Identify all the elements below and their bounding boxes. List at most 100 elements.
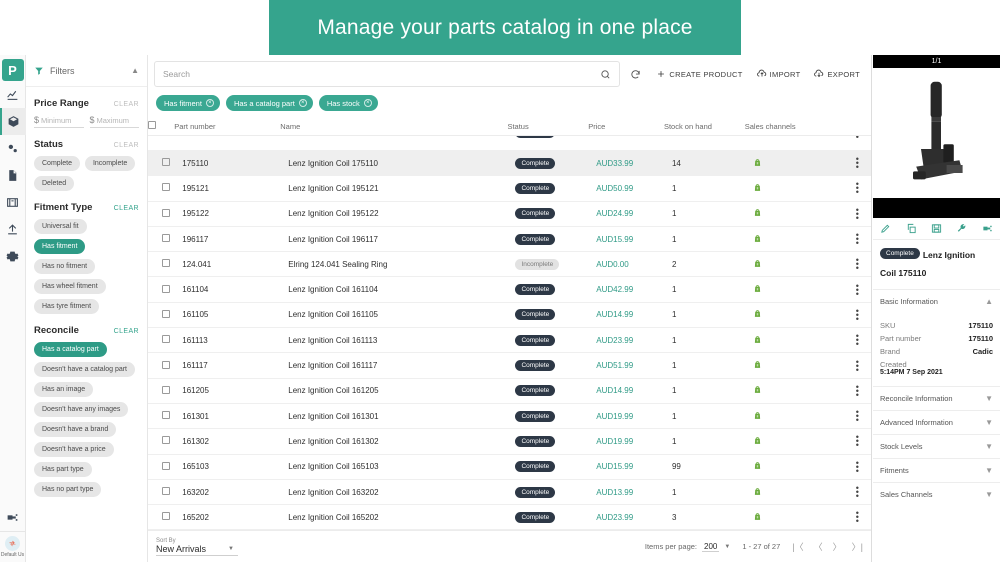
filter-chip[interactable]: Has fitment bbox=[34, 239, 85, 254]
row-checkbox[interactable] bbox=[162, 436, 170, 444]
filter-chip[interactable]: Deleted bbox=[34, 176, 74, 191]
filter-chip[interactable]: Has a catalog part bbox=[34, 342, 107, 357]
accordion-section[interactable]: Fitments▼ bbox=[873, 458, 1000, 482]
cell-row-menu[interactable]: ••• bbox=[836, 176, 871, 201]
clear-reconcile[interactable]: CLEAR bbox=[114, 328, 139, 335]
import-button[interactable]: IMPORT bbox=[752, 69, 806, 79]
col-name[interactable]: Name bbox=[280, 117, 507, 136]
save-icon[interactable] bbox=[931, 223, 942, 234]
cell-row-menu[interactable]: ••• bbox=[836, 277, 871, 302]
col-sales-channels[interactable]: Sales channels bbox=[745, 117, 836, 136]
create-product-button[interactable]: CREATE PRODUCT bbox=[651, 69, 747, 79]
chevron-down-icon[interactable]: ▼ bbox=[228, 546, 234, 552]
table-row[interactable]: 161104Lenz Ignition Coil 161104CompleteA… bbox=[148, 277, 871, 302]
table-row[interactable]: 161105Lenz Ignition Coil 161105CompleteA… bbox=[148, 302, 871, 327]
settings-gears-icon[interactable] bbox=[0, 135, 26, 162]
table-row[interactable]: 165103Lenz Ignition Coil 165103CompleteA… bbox=[148, 454, 871, 479]
row-menu-icon[interactable]: ••• bbox=[844, 360, 871, 372]
clear-status[interactable]: CLEAR bbox=[114, 142, 139, 149]
row-select-cell[interactable] bbox=[148, 505, 174, 530]
filter-chip[interactable]: Has part type bbox=[34, 462, 92, 477]
upload-icon[interactable] bbox=[0, 216, 26, 243]
remove-filter-icon[interactable]: × bbox=[299, 99, 307, 107]
row-checkbox[interactable] bbox=[162, 411, 170, 419]
row-menu-icon[interactable]: ••• bbox=[844, 182, 871, 194]
row-select-cell[interactable] bbox=[148, 328, 174, 353]
cell-row-menu[interactable]: ••• bbox=[836, 226, 871, 251]
cell-row-menu[interactable]: ••• bbox=[836, 429, 871, 454]
document-icon[interactable] bbox=[0, 162, 26, 189]
row-menu-icon[interactable]: ••• bbox=[844, 233, 871, 245]
filter-chip[interactable]: Has wheel fitment bbox=[34, 279, 106, 294]
row-checkbox[interactable] bbox=[162, 209, 170, 217]
row-menu-icon[interactable]: ••• bbox=[844, 136, 871, 139]
row-select-cell[interactable] bbox=[148, 479, 174, 504]
filter-chip[interactable]: Doesn't have a price bbox=[34, 442, 114, 457]
accordion-section[interactable]: Reconcile Information▼ bbox=[873, 386, 1000, 410]
accordion-section[interactable]: Sales Channels▼ bbox=[873, 482, 1000, 506]
last-page-button[interactable]: 〉| bbox=[852, 540, 863, 553]
active-filter-chip[interactable]: Has fitment× bbox=[156, 95, 220, 111]
table-row[interactable]: 161117Lenz Ignition Coil 161117CompleteA… bbox=[148, 353, 871, 378]
col-status[interactable]: Status bbox=[507, 117, 588, 136]
clear-fitment-type[interactable]: CLEAR bbox=[114, 205, 139, 212]
row-select-cell[interactable] bbox=[148, 136, 174, 151]
filter-chip[interactable]: Incomplete bbox=[85, 156, 135, 171]
table-row[interactable]: 175110Lenz Ignition Coil 175110CompleteA… bbox=[148, 151, 871, 176]
filter-chip[interactable]: Doesn't have a brand bbox=[34, 422, 116, 437]
row-checkbox[interactable] bbox=[162, 183, 170, 191]
price-min-input[interactable] bbox=[41, 116, 83, 125]
cell-row-menu[interactable]: ••• bbox=[836, 454, 871, 479]
row-menu-icon[interactable]: ••• bbox=[844, 157, 871, 169]
row-select-cell[interactable] bbox=[148, 252, 174, 277]
row-menu-icon[interactable]: ••• bbox=[844, 486, 871, 498]
row-menu-icon[interactable]: ••• bbox=[844, 258, 871, 270]
filter-chip[interactable]: Universal fit bbox=[34, 219, 87, 234]
active-filter-chip[interactable]: Has stock× bbox=[319, 95, 378, 111]
select-all-checkbox[interactable] bbox=[148, 121, 156, 129]
row-select-cell[interactable] bbox=[148, 176, 174, 201]
analytics-icon[interactable] bbox=[0, 81, 26, 108]
avatar[interactable] bbox=[5, 536, 20, 551]
row-menu-icon[interactable]: ••• bbox=[844, 208, 871, 220]
cell-row-menu[interactable]: ••• bbox=[836, 505, 871, 530]
chevron-down-icon[interactable]: ▼ bbox=[985, 490, 993, 499]
gear-icon[interactable] bbox=[0, 243, 26, 270]
accordion-section[interactable]: Stock Levels▼ bbox=[873, 434, 1000, 458]
prev-page-button[interactable]: 〈 bbox=[814, 540, 823, 553]
row-checkbox[interactable] bbox=[162, 487, 170, 495]
table-row[interactable]: 124.041Elring 124.041 Sealing RingIncomp… bbox=[148, 252, 871, 277]
row-menu-icon[interactable]: ••• bbox=[844, 410, 871, 422]
table-row[interactable]: 163202Lenz Ignition Coil 163202CompleteA… bbox=[148, 479, 871, 504]
row-checkbox[interactable] bbox=[162, 386, 170, 394]
row-select-cell[interactable] bbox=[148, 302, 174, 327]
filter-chip[interactable]: Complete bbox=[34, 156, 80, 171]
price-min-field[interactable]: $ bbox=[34, 115, 84, 128]
first-page-button[interactable]: |〈 bbox=[792, 540, 803, 553]
row-menu-icon[interactable]: ••• bbox=[844, 385, 871, 397]
chevron-up-icon[interactable]: ▲ bbox=[985, 297, 993, 306]
row-checkbox[interactable] bbox=[162, 361, 170, 369]
copy-icon[interactable] bbox=[906, 223, 917, 234]
table-row[interactable]: 161302Lenz Ignition Coil 161302CompleteA… bbox=[148, 429, 871, 454]
row-select-cell[interactable] bbox=[148, 403, 174, 428]
cell-row-menu[interactable]: ••• bbox=[836, 479, 871, 504]
clear-price-range[interactable]: CLEAR bbox=[114, 101, 139, 108]
chevron-down-icon[interactable]: ▼ bbox=[985, 442, 993, 451]
table-row[interactable]: 196117Lenz Ignition Coil 196117CompleteA… bbox=[148, 226, 871, 251]
filter-chip[interactable]: Has no fitment bbox=[34, 259, 95, 274]
next-page-button[interactable]: 〉 bbox=[833, 540, 842, 553]
user-account[interactable]: Default Us bbox=[0, 531, 26, 558]
plug-icon[interactable] bbox=[0, 504, 26, 531]
col-price[interactable]: Price bbox=[588, 117, 664, 136]
row-menu-icon[interactable]: ••• bbox=[844, 435, 871, 447]
search-icon[interactable] bbox=[600, 69, 611, 80]
col-part-number[interactable]: Part number bbox=[174, 117, 280, 136]
table-row[interactable]: 161205Lenz Ignition Coil 161205CompleteA… bbox=[148, 378, 871, 403]
cell-row-menu[interactable]: ••• bbox=[836, 353, 871, 378]
wrench-icon[interactable] bbox=[956, 223, 967, 234]
row-checkbox[interactable] bbox=[162, 234, 170, 242]
cell-row-menu[interactable]: ••• bbox=[836, 252, 871, 277]
row-menu-icon[interactable]: ••• bbox=[844, 461, 871, 473]
table-row[interactable]: 195121Lenz Ignition Coil 195121CompleteA… bbox=[148, 176, 871, 201]
